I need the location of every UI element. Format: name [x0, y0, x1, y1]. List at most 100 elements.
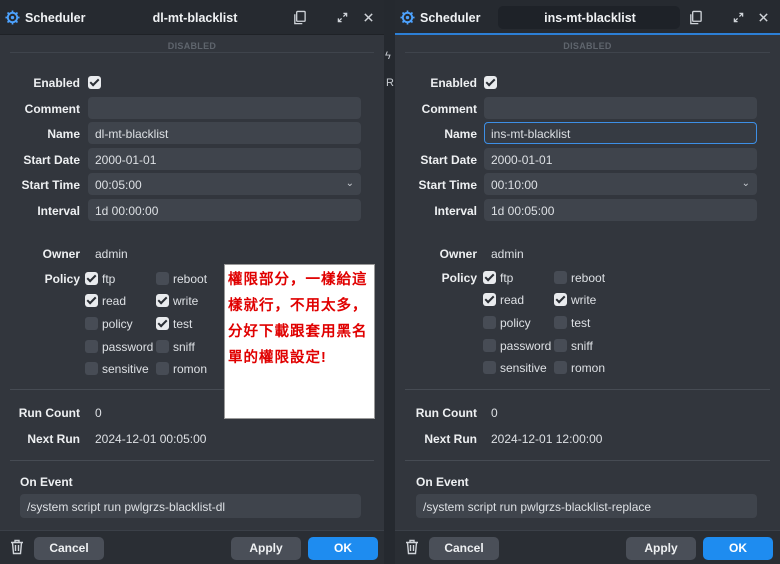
- policy-test-checkbox[interactable]: [554, 316, 567, 329]
- name-input[interactable]: ins-mt-blacklist: [484, 122, 757, 144]
- policy-sensitive-label: sensitive: [500, 361, 547, 375]
- minimize-icon[interactable]: [337, 12, 348, 23]
- apply-button[interactable]: Apply: [231, 537, 301, 560]
- start-date-label: Start Date: [420, 153, 477, 167]
- state-label: DISABLED: [167, 41, 217, 51]
- annotation-note: 權限部分，一樣給這樣就行，不用太多，分好下載跟套用黑名單的權限設定!: [224, 264, 375, 419]
- policy-policy-checkbox[interactable]: [85, 317, 98, 330]
- ok-button[interactable]: OK: [703, 537, 773, 560]
- enabled-label: Enabled: [33, 76, 80, 90]
- policy-policy-label: policy: [500, 316, 531, 330]
- divider: [10, 52, 374, 53]
- start-time-label: Start Time: [21, 178, 80, 192]
- policy-romon-checkbox[interactable]: [156, 362, 169, 375]
- policy-reboot-checkbox[interactable]: [156, 272, 169, 285]
- policy-ftp-checkbox[interactable]: [483, 271, 496, 284]
- interval-label: Interval: [37, 204, 80, 218]
- divider: [405, 52, 770, 53]
- policy-read-label: read: [500, 293, 525, 307]
- owner-value: admin: [491, 247, 524, 261]
- window-title: dl-mt-blacklist: [152, 11, 238, 25]
- title-bar[interactable]: Scheduler dl-mt-blacklist: [0, 0, 384, 35]
- on-event-input[interactable]: /system script run pwlgrzs-blacklist-dl: [20, 494, 361, 518]
- scheduler-window-left: Scheduler dl-mt-blacklist DISABLED Enabl…: [0, 0, 384, 564]
- comment-label: Comment: [24, 102, 80, 116]
- policy-romon-label: romon: [173, 362, 208, 376]
- ok-button[interactable]: OK: [308, 537, 378, 560]
- chevron-down-icon: ⌄: [345, 178, 354, 189]
- policy-test-label: test: [571, 316, 591, 330]
- policy-ftp-label: ftp: [500, 271, 514, 285]
- policy-sniff-checkbox[interactable]: [156, 340, 169, 353]
- policy-test-checkbox[interactable]: [156, 317, 169, 330]
- trash-icon[interactable]: [10, 539, 24, 555]
- policy-write-label: write: [173, 294, 199, 308]
- background-gap: ϟ R: [384, 0, 395, 564]
- policy-sniff-checkbox[interactable]: [554, 339, 567, 352]
- start-time-select[interactable]: 00:05:00 ⌄: [88, 173, 361, 195]
- apply-button[interactable]: Apply: [626, 537, 696, 560]
- policy-sensitive-checkbox[interactable]: [85, 362, 98, 375]
- button-bar: Cancel Apply OK: [0, 530, 384, 564]
- policy-ftp-label: ftp: [102, 272, 116, 286]
- start-date-label: Start Date: [23, 153, 80, 167]
- enabled-checkbox[interactable]: [484, 76, 497, 89]
- close-icon[interactable]: [363, 12, 374, 23]
- owner-label: Owner: [42, 247, 80, 261]
- cancel-button[interactable]: Cancel: [429, 537, 499, 560]
- next-run-value: 2024-12-01 00:05:00: [95, 432, 207, 446]
- start-time-select[interactable]: 00:10:00 ⌄: [484, 173, 757, 195]
- interval-input[interactable]: 1d 00:05:00: [484, 199, 757, 221]
- app-name: Scheduler: [25, 11, 86, 25]
- name-label: Name: [47, 127, 80, 141]
- enabled-checkbox[interactable]: [88, 76, 101, 89]
- start-date-input[interactable]: 2000-01-01: [484, 148, 757, 170]
- copy-icon[interactable]: [688, 10, 703, 25]
- start-date-input[interactable]: 2000-01-01: [88, 148, 361, 170]
- lightning-icon: ϟ: [385, 50, 391, 62]
- copy-icon[interactable]: [292, 10, 307, 25]
- divider: [10, 460, 374, 461]
- cancel-button[interactable]: Cancel: [34, 537, 104, 560]
- comment-label: Comment: [421, 102, 477, 116]
- policy-password-label: password: [500, 339, 552, 353]
- gear-icon: [5, 10, 20, 25]
- policy-policy-checkbox[interactable]: [483, 316, 496, 329]
- comment-input[interactable]: [484, 97, 757, 119]
- policy-ftp-checkbox[interactable]: [85, 272, 98, 285]
- policy-read-checkbox[interactable]: [85, 294, 98, 307]
- start-time-value: 00:05:00: [95, 178, 142, 192]
- title-bar[interactable]: Scheduler ins-mt-blacklist: [395, 0, 780, 35]
- run-count-label: Run Count: [18, 406, 80, 420]
- minimize-icon[interactable]: [733, 12, 744, 23]
- scheduler-window-right: Scheduler ins-mt-blacklist DISABLED Enab…: [395, 0, 780, 564]
- policy-sniff-label: sniff: [571, 339, 593, 353]
- on-event-label: On Event: [20, 475, 73, 489]
- owner-label: Owner: [439, 247, 477, 261]
- policy-password-checkbox[interactable]: [85, 340, 98, 353]
- close-icon[interactable]: [758, 12, 769, 23]
- window-title: ins-mt-blacklist: [544, 11, 636, 25]
- policy-password-checkbox[interactable]: [483, 339, 496, 352]
- name-input[interactable]: dl-mt-blacklist: [88, 122, 361, 144]
- divider: [405, 460, 770, 461]
- policy-romon-checkbox[interactable]: [554, 361, 567, 374]
- chevron-down-icon: ⌄: [741, 178, 750, 189]
- policy-sensitive-checkbox[interactable]: [483, 361, 496, 374]
- comment-input[interactable]: [88, 97, 361, 119]
- policy-read-label: read: [102, 294, 127, 308]
- policy-password-label: password: [102, 340, 154, 354]
- interval-input[interactable]: 1d 00:00:00: [88, 199, 361, 221]
- policy-write-checkbox[interactable]: [156, 294, 169, 307]
- policy-reboot-label: reboot: [173, 272, 208, 286]
- on-event-input[interactable]: /system script run pwlgrzs-blacklist-rep…: [416, 494, 757, 518]
- partial-glyph: R: [386, 77, 394, 89]
- policy-label: Policy: [44, 272, 80, 286]
- interval-label: Interval: [434, 204, 477, 218]
- policy-sniff-label: sniff: [173, 340, 195, 354]
- policy-write-checkbox[interactable]: [554, 293, 567, 306]
- trash-icon[interactable]: [405, 539, 419, 555]
- policy-sensitive-label: sensitive: [102, 362, 149, 376]
- policy-read-checkbox[interactable]: [483, 293, 496, 306]
- policy-reboot-checkbox[interactable]: [554, 271, 567, 284]
